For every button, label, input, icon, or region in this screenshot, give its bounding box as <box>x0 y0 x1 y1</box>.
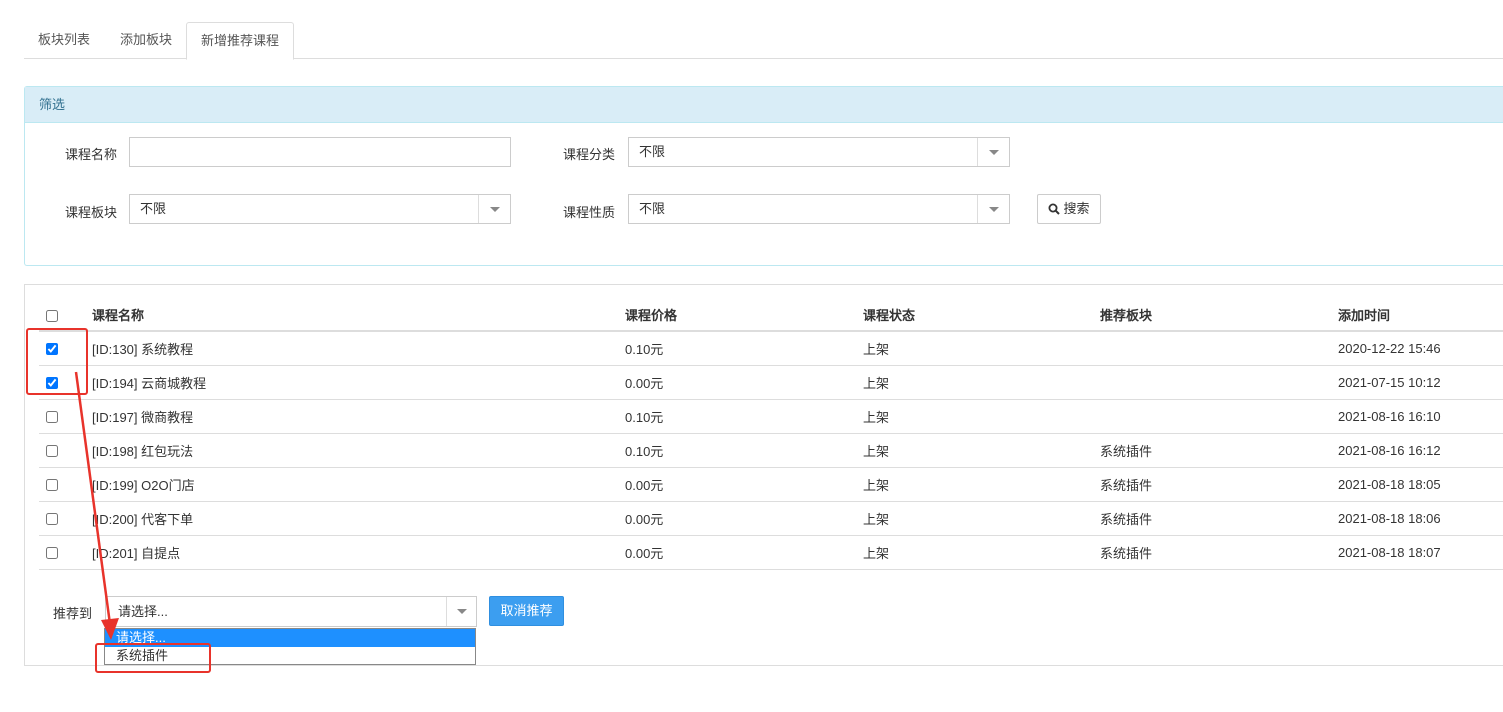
header-course-name: 课程名称 <box>92 299 625 332</box>
chevron-down-icon <box>478 195 510 223</box>
row-checkbox[interactable] <box>46 411 58 424</box>
filter-panel: 筛选 课程名称 课程分类 不限 课程板块 不限 课程性质 不限 搜索 <box>24 86 1503 266</box>
cell-recommend-block: 系统插件 <box>1100 433 1338 468</box>
cell-add-time: 2021-08-18 18:05 <box>1338 467 1503 502</box>
cell-course-status: 上架 <box>863 399 1100 434</box>
cell-course-price: 0.00元 <box>625 535 863 570</box>
cell-course-status: 上架 <box>863 535 1100 570</box>
tab-add-block[interactable]: 添加板块 <box>106 22 186 59</box>
cell-course-status: 上架 <box>863 467 1100 502</box>
block-select[interactable]: 不限 <box>129 194 511 224</box>
cell-recommend-block <box>1100 331 1338 366</box>
cell-course-name: [ID:200] 代客下单 <box>92 501 625 536</box>
header-course-price: 课程价格 <box>625 299 863 332</box>
cell-course-status: 上架 <box>863 331 1100 366</box>
cell-course-name: [ID:194] 云商城教程 <box>92 365 625 400</box>
cell-course-price: 0.00元 <box>625 365 863 400</box>
cell-add-time: 2021-08-18 18:07 <box>1338 535 1503 570</box>
tab-bar: 板块列表 添加板块 新增推荐课程 <box>24 22 1503 60</box>
cell-recommend-block <box>1100 399 1338 434</box>
cell-course-price: 0.00元 <box>625 467 863 502</box>
cell-course-name: [ID:130] 系统教程 <box>92 331 625 366</box>
row-checkbox[interactable] <box>46 445 58 458</box>
cell-add-time: 2021-08-16 16:12 <box>1338 433 1503 468</box>
cell-course-status: 上架 <box>863 501 1100 536</box>
filter-panel-title: 筛选 <box>25 87 1503 123</box>
tab-add-recommended-course[interactable]: 新增推荐课程 <box>186 22 295 60</box>
table-header-row: 课程名称 课程价格 课程状态 推荐板块 添加时间 <box>39 299 1503 332</box>
cell-add-time: 2021-07-15 10:12 <box>1338 365 1503 400</box>
table-row: [ID:199] O2O门店 0.00元 上架 系统插件 2021-08-18 … <box>39 467 1503 502</box>
cell-recommend-block: 系统插件 <box>1100 467 1338 502</box>
cell-recommend-block <box>1100 365 1338 400</box>
search-button[interactable]: 搜索 <box>1037 194 1101 224</box>
annotation-box-option <box>95 643 211 673</box>
course-name-label: 课程名称 <box>65 147 118 162</box>
recommend-to-select[interactable]: 请选择... <box>105 596 477 627</box>
table-row: [ID:194] 云商城教程 0.00元 上架 2021-07-15 10:12 <box>39 365 1503 400</box>
block-select-value: 不限 <box>140 201 167 216</box>
chevron-down-icon <box>977 138 1009 166</box>
nature-label: 课程性质 <box>563 205 616 220</box>
table-row: [ID:197] 微商教程 0.10元 上架 2021-08-16 16:10 <box>39 399 1503 434</box>
table-row: [ID:201] 自提点 0.00元 上架 系统插件 2021-08-18 18… <box>39 535 1503 570</box>
annotation-box-checked-rows <box>26 328 88 395</box>
cell-course-price: 0.10元 <box>625 399 863 434</box>
block-label: 课程板块 <box>65 205 118 220</box>
cell-course-price: 0.10元 <box>625 433 863 468</box>
cell-add-time: 2021-08-16 16:10 <box>1338 399 1503 434</box>
category-label: 课程分类 <box>563 147 616 162</box>
course-table-panel: 课程名称 课程价格 课程状态 推荐板块 添加时间 [ID:130] 系统教程 0… <box>24 284 1503 666</box>
tab-block-list[interactable]: 板块列表 <box>24 22 104 59</box>
cancel-recommend-button[interactable]: 取消推荐 <box>489 596 564 626</box>
table-row: [ID:200] 代客下单 0.00元 上架 系统插件 2021-08-18 1… <box>39 501 1503 536</box>
cell-course-status: 上架 <box>863 433 1100 468</box>
header-course-status: 课程状态 <box>863 299 1100 332</box>
cell-course-name: [ID:198] 红包玩法 <box>92 433 625 468</box>
category-select[interactable]: 不限 <box>628 137 1010 167</box>
cell-add-time: 2021-08-18 18:06 <box>1338 501 1503 536</box>
search-button-label: 搜索 <box>1063 201 1090 216</box>
cell-course-name: [ID:199] O2O门店 <box>92 467 625 502</box>
header-add-time: 添加时间 <box>1338 299 1503 332</box>
cell-recommend-block: 系统插件 <box>1100 535 1338 570</box>
cell-course-name: [ID:201] 自提点 <box>92 535 625 570</box>
course-name-input[interactable] <box>129 137 511 167</box>
row-checkbox[interactable] <box>46 547 58 560</box>
nature-select[interactable]: 不限 <box>628 194 1010 224</box>
cell-recommend-block: 系统插件 <box>1100 501 1338 536</box>
header-recommend-block: 推荐板块 <box>1100 299 1338 332</box>
cell-course-status: 上架 <box>863 365 1100 400</box>
search-icon <box>1048 203 1061 215</box>
select-all-checkbox[interactable] <box>46 309 58 322</box>
nature-select-value: 不限 <box>639 201 666 216</box>
cell-add-time: 2020-12-22 15:46 <box>1338 331 1503 366</box>
recommend-to-select-value: 请选择... <box>118 604 168 619</box>
category-select-value: 不限 <box>639 144 666 159</box>
cell-course-name: [ID:197] 微商教程 <box>92 399 625 434</box>
cell-course-price: 0.10元 <box>625 331 863 366</box>
course-table: 课程名称 课程价格 课程状态 推荐板块 添加时间 [ID:130] 系统教程 0… <box>39 299 1503 570</box>
cell-course-price: 0.00元 <box>625 501 863 536</box>
row-checkbox[interactable] <box>46 513 58 526</box>
table-row: [ID:130] 系统教程 0.10元 上架 2020-12-22 15:46 <box>39 331 1503 366</box>
recommend-to-label: 推荐到 <box>53 606 93 621</box>
table-row: [ID:198] 红包玩法 0.10元 上架 系统插件 2021-08-16 1… <box>39 433 1503 468</box>
row-checkbox[interactable] <box>46 479 58 492</box>
chevron-down-icon <box>977 195 1009 223</box>
chevron-down-icon <box>446 597 476 626</box>
